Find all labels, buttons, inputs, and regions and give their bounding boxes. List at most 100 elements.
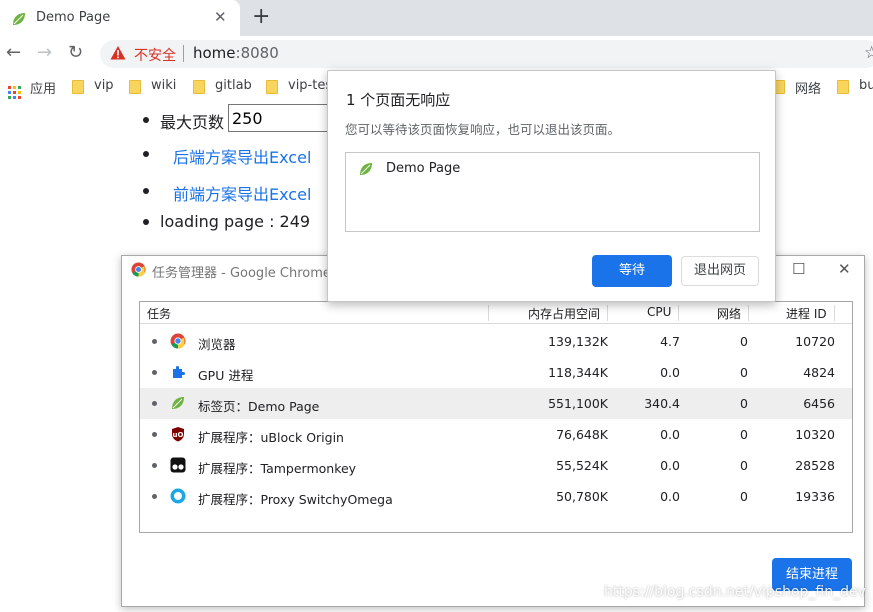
star-icon[interactable]: ☆ (864, 43, 873, 63)
unresponsive-dialog: 1 个页面无响应 您可以等待该页面恢复响应，也可以退出该页面。 Demo Pag… (327, 70, 776, 302)
memory-value: 76,648K (556, 427, 608, 442)
column-divider[interactable] (488, 305, 489, 321)
bookmark-vip[interactable]: vip (72, 78, 122, 96)
cpu-value: 0.0 (660, 458, 680, 473)
puzzle-icon (173, 366, 185, 378)
cpu-value: 4.7 (660, 334, 680, 349)
memory-value: 139,132K (548, 334, 608, 349)
table-row[interactable]: 浏览器 139,132K 4.7 0 10720 (140, 326, 852, 357)
omnibox-divider (183, 45, 184, 62)
exit-page-button[interactable]: 退出网页 (681, 256, 759, 286)
leaf-icon (360, 163, 372, 175)
cpu-value: 0.0 (660, 489, 680, 504)
browser-toolbar: ← → ↻ 不安全 home:8080 ☆ (0, 36, 873, 72)
memory-value: 118,344K (548, 365, 608, 380)
bookmark-label: bu (859, 78, 873, 93)
list-bullet (143, 219, 149, 225)
column-divider[interactable] (678, 305, 679, 321)
column-divider[interactable] (834, 305, 835, 321)
tampermonkey-icon (170, 457, 186, 473)
tab-strip: Demo Page ✕ + (0, 0, 873, 36)
list-bullet (143, 151, 149, 157)
frontend-export-link[interactable]: 前端方案导出Excel (173, 181, 311, 205)
memory-value: 55,524K (556, 458, 608, 473)
max-pages-label: 最大页数 (160, 113, 225, 132)
unresponsive-page-list: Demo Page (345, 152, 760, 232)
bookmark-label: vip-tes (288, 78, 328, 93)
bookmark-label: 应用 (30, 82, 57, 97)
address-bar[interactable]: 不安全 home:8080 ☆ (100, 40, 873, 68)
task-name: GPU 进程 (198, 368, 254, 383)
warning-icon (110, 46, 126, 60)
dialog-message: 您可以等待该页面恢复响应，也可以退出该页面。 (345, 122, 621, 137)
folder-icon (266, 80, 278, 94)
max-pages-input[interactable] (228, 104, 338, 132)
list-bullet (143, 188, 149, 194)
row-bullet (152, 494, 157, 499)
table-row[interactable]: 扩展程序：Proxy SwitchyOmega 50,780K 0.0 0 19… (140, 481, 852, 512)
url-port: :8080 (235, 44, 279, 62)
task-manager-window: 任务管理器 - Google Chrome ☐ ✕ 任务 内存占用空间 CPU … (121, 255, 865, 607)
folder-icon (72, 80, 84, 94)
table-row[interactable]: GPU 进程 118,344K 0.0 0 4824 (140, 357, 852, 388)
network-value: 0 (740, 458, 748, 473)
leaf-icon (172, 397, 184, 409)
cpu-value: 0.0 (660, 365, 680, 380)
forward-button[interactable]: → (37, 42, 52, 63)
bookmark-vip-tes[interactable]: vip-tes (266, 78, 328, 96)
task-name: 扩展程序：Tampermonkey (198, 461, 357, 476)
row-bullet (152, 370, 157, 375)
url-text[interactable]: home:8080 (193, 44, 279, 62)
bookmark-label: 网络 (795, 82, 822, 97)
close-icon[interactable]: ✕ (838, 260, 851, 278)
folder-icon (193, 80, 205, 94)
bookmark-network[interactable]: 网络 (773, 78, 823, 97)
reload-button[interactable]: ↻ (68, 42, 83, 63)
pid-value: 6456 (803, 396, 835, 411)
column-cpu[interactable]: CPU (647, 305, 671, 319)
cpu-value: 0.0 (660, 427, 680, 442)
back-button[interactable]: ← (6, 42, 21, 63)
column-memory[interactable]: 内存占用空间 (528, 305, 600, 322)
pid-value: 19336 (795, 489, 835, 504)
column-divider[interactable] (748, 305, 749, 321)
column-network[interactable]: 网络 (717, 305, 741, 322)
tab-title: Demo Page (36, 10, 111, 25)
apps-grid-icon (8, 86, 21, 99)
bookmark-label: wiki (151, 78, 177, 93)
security-label[interactable]: 不安全 (134, 45, 176, 65)
column-divider[interactable] (607, 305, 608, 321)
loading-status: loading page : 249 (160, 212, 311, 231)
pid-value: 10720 (795, 334, 835, 349)
wait-button[interactable]: 等待 (592, 255, 672, 287)
bookmark-gitlab[interactable]: gitlab (193, 78, 253, 96)
column-pid[interactable]: 进程 ID (786, 305, 827, 322)
maximize-icon[interactable]: ☐ (792, 260, 805, 278)
table-row[interactable]: uO 扩展程序：uBlock Origin 76,648K 0.0 0 1032… (140, 419, 852, 450)
folder-icon (129, 80, 141, 94)
column-task[interactable]: 任务 (147, 305, 171, 322)
bookmark-wiki[interactable]: wiki (129, 78, 184, 96)
svg-text:uO: uO (173, 431, 184, 439)
table-row[interactable]: 扩展程序：Tampermonkey 55,524K 0.0 0 28528 (140, 450, 852, 481)
bookmark-bu[interactable]: bu (837, 78, 873, 96)
chrome-icon (170, 333, 186, 349)
url-host: home (193, 44, 236, 62)
ublock-icon: uO (172, 427, 184, 442)
task-manager-title: 任务管理器 - Google Chrome (152, 266, 331, 281)
bookmark-apps[interactable]: 应用 (0, 78, 60, 99)
cpu-value: 340.4 (644, 396, 680, 411)
list-bullet (143, 117, 149, 123)
browser-tab[interactable]: Demo Page ✕ (0, 0, 240, 36)
backend-export-link[interactable]: 后端方案导出Excel (173, 144, 311, 168)
task-name: 标签页：Demo Page (198, 399, 320, 414)
tab-close-icon[interactable]: ✕ (214, 8, 227, 26)
row-bullet (152, 463, 157, 468)
bookmark-label: vip (94, 78, 114, 93)
row-bullet (152, 339, 157, 344)
pid-value: 10320 (795, 427, 835, 442)
new-tab-button[interactable]: + (252, 4, 270, 29)
network-value: 0 (740, 427, 748, 442)
table-row[interactable]: 标签页：Demo Page 551,100K 340.4 0 6456 (140, 388, 852, 419)
unresponsive-page-item: Demo Page (386, 161, 461, 176)
